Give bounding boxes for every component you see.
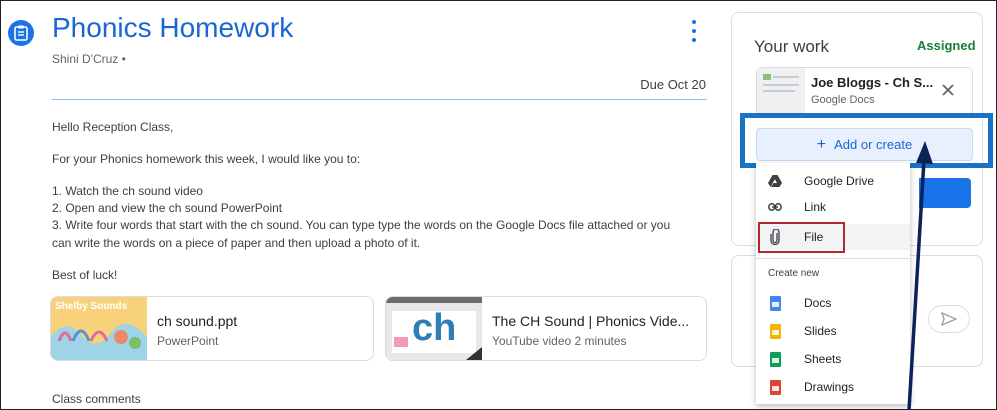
your-work-title: Your work: [754, 37, 829, 56]
class-comments-label: Class comments: [52, 392, 141, 406]
slides-icon: [768, 323, 782, 339]
drawings-icon: [768, 379, 782, 395]
menu-divider: [756, 258, 910, 259]
menu-item-google-drive[interactable]: Google Drive: [756, 168, 910, 194]
attachment-title: The CH Sound | Phonics Vide...: [492, 313, 690, 329]
due-date: Due Oct 20: [640, 77, 706, 92]
send-icon[interactable]: [928, 305, 970, 333]
attachment-type: PowerPoint: [157, 334, 219, 348]
menu-item-label: Sheets: [804, 352, 842, 366]
sheets-icon: [768, 351, 782, 367]
attachment-youtube[interactable]: ch The CH Sound | Phonics Vide... YouTub…: [385, 296, 707, 361]
instruction-step-3: 3. Write four words that start with the …: [52, 218, 671, 232]
menu-item-sheets[interactable]: Sheets: [756, 346, 910, 372]
instruction-step-3-cont: can write the words on a piece of paper …: [52, 236, 421, 250]
file-name: Joe Bloggs - Ch S...: [811, 75, 934, 90]
youtube-thumbnail: ch: [386, 297, 482, 360]
menu-item-docs[interactable]: Docs: [756, 290, 910, 316]
powerpoint-thumbnail: Shelby Sounds: [51, 297, 147, 360]
link-icon: [768, 199, 782, 215]
author-name: Shini D'Cruz •: [52, 52, 126, 66]
menu-item-label: Google Drive: [804, 174, 875, 188]
attachment-title: ch sound.ppt: [157, 313, 238, 329]
powerpoint-thumbnail-text: Shelby Sounds: [55, 301, 128, 312]
status-badge: Assigned: [917, 38, 976, 53]
close-icon[interactable]: [938, 80, 958, 100]
instruction-step-1: 1. Watch the ch sound video: [52, 184, 203, 198]
file-type: Google Docs: [811, 94, 875, 106]
menu-item-label: Drawings: [804, 380, 855, 394]
page-title: Phonics Homework: [52, 12, 294, 43]
google-drive-icon: [768, 173, 782, 189]
menu-item-drawings[interactable]: Drawings: [756, 374, 910, 400]
menu-item-slides[interactable]: Slides: [756, 318, 910, 344]
instruction-intro: For your Phonics homework this week, I w…: [52, 152, 361, 166]
attachment-type: YouTube video 2 minutes: [492, 334, 627, 348]
more-options-icon[interactable]: [690, 20, 698, 42]
file-thumbnail: [757, 68, 805, 113]
menu-item-label: Slides: [804, 324, 837, 338]
menu-item-link[interactable]: Link: [756, 194, 910, 220]
file-highlight-box: [758, 222, 845, 253]
docs-icon: [768, 295, 782, 311]
instruction-greeting: Hello Reception Class,: [52, 120, 174, 134]
menu-item-label: Link: [804, 200, 827, 214]
menu-item-label: Docs: [804, 296, 832, 310]
create-new-heading: Create new: [768, 268, 820, 279]
attachment-powerpoint[interactable]: Shelby Sounds ch sound.ppt PowerPoint: [50, 296, 374, 361]
turn-in-button-partial[interactable]: [919, 178, 971, 208]
highlight-box: [740, 113, 993, 168]
assignment-icon: [8, 20, 34, 46]
youtube-thumbnail-text: ch: [412, 307, 457, 349]
instruction-signoff: Best of luck!: [52, 268, 118, 282]
instruction-step-2: 2. Open and view the ch sound PowerPoint: [52, 201, 283, 215]
header-divider: [52, 99, 707, 100]
